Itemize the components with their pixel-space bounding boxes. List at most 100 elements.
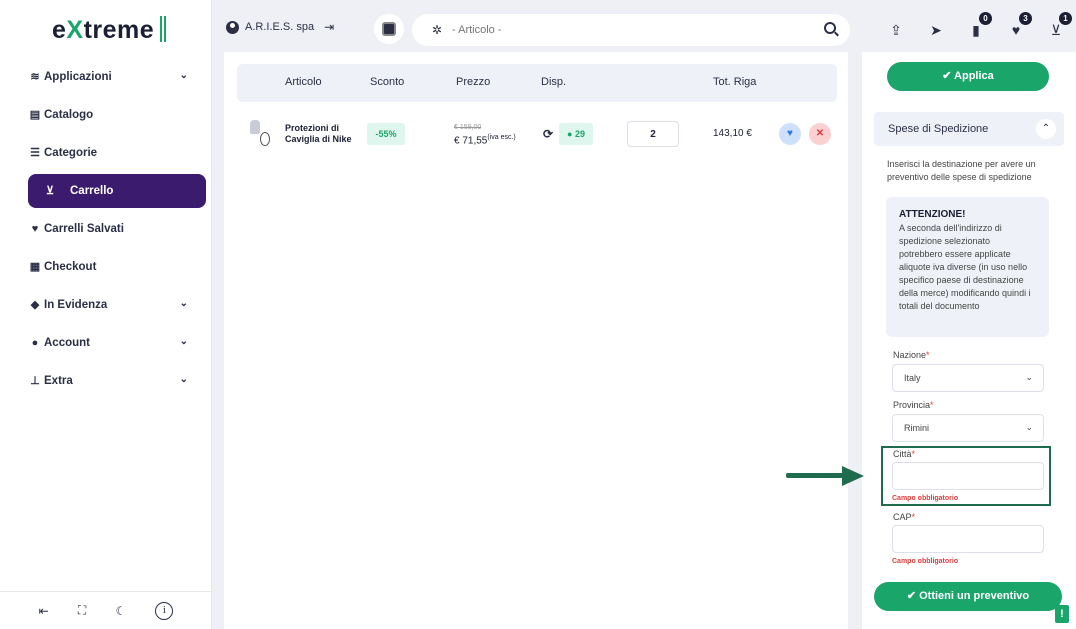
nation-label: Nazione*: [893, 350, 930, 360]
province-label: Provincia*: [893, 400, 934, 410]
cart-icon[interactable]: ⊻ 1: [1036, 12, 1076, 42]
company-name: A.R.I.E.S. spa: [245, 21, 315, 33]
user-icon: ●: [31, 337, 39, 349]
search-bar: ✲: [412, 14, 850, 46]
sidebar-item-label: In Evidenza: [44, 299, 108, 311]
downloads-badge: 0: [979, 12, 992, 25]
sidebar-item-categorie[interactable]: ☰ Categorie: [0, 134, 212, 172]
cap-input[interactable]: [892, 525, 1044, 553]
vat-warning: ATTENZIONE! A seconda dell'indirizzo di …: [886, 197, 1049, 337]
catalog-icon: ▤: [29, 109, 41, 121]
wishlist-icon[interactable]: ♥ 3: [996, 12, 1036, 42]
search-input[interactable]: [452, 21, 792, 39]
sidebar-item-label: Applicazioni: [44, 71, 112, 83]
table-row: Protezioni di Caviglia di Nike -55% € 15…: [237, 114, 837, 154]
sidebar-item-label: Catalogo: [44, 109, 94, 121]
price-discounted: € 71,55(iva esc.): [454, 134, 516, 147]
warning-title: ATTENZIONE!: [899, 209, 966, 220]
checkout-icon: ▦: [29, 261, 41, 273]
city-input[interactable]: [892, 462, 1044, 490]
remove-item-button[interactable]: ✕: [809, 123, 831, 145]
ai-icon: [382, 22, 396, 36]
sidebar-item-carrello[interactable]: ⊻ Carrello: [28, 174, 206, 208]
sidebar-item-applicazioni[interactable]: ≋ Applicazioni ⌄: [0, 58, 212, 96]
discount-badge: -55%: [367, 123, 405, 145]
pointer-arrow: [786, 466, 866, 486]
header-row-total: Tot. Riga: [713, 76, 757, 88]
topbar: A.R.I.E.S. spa ⇥ ✲ ⇪ ➤ ▮0 ♥3 ⊻1: [212, 8, 1076, 52]
shipping-description: Inserisci la destinazione per avere un p…: [887, 159, 1036, 182]
sidebar-nav: ≋ Applicazioni ⌄ ▤ Catalogo ☰ Categorie …: [0, 58, 212, 400]
sidebar-item-catalogo[interactable]: ▤ Catalogo: [0, 96, 212, 134]
row-total: 143,10 €: [713, 128, 752, 139]
chevron-up-icon[interactable]: ⌃: [1036, 119, 1056, 139]
cart-icon: ⊻: [45, 185, 55, 197]
product-name[interactable]: Protezioni di Caviglia di Nike: [285, 123, 355, 145]
sidebar-item-label: Checkout: [44, 261, 97, 273]
dark-mode-icon[interactable]: ☾: [115, 604, 126, 618]
top-actions: ⇪ ➤ ▮ 0 ♥ 3 ⊻ 1: [876, 12, 1076, 42]
upload-icon[interactable]: ⇪: [876, 18, 916, 42]
gear-icon[interactable]: ✲: [432, 23, 442, 37]
get-quote-button[interactable]: ✔ Ottieni un preventivo: [874, 582, 1062, 611]
sidebar-footer: ⇤ ⛶ ☾ i: [0, 591, 212, 629]
sidebar: eXtreme ≋ Applicazioni ⌄ ▤ Catalogo ☰ Ca…: [0, 0, 212, 629]
warning-body: A seconda dell'indirizzo di spedizione s…: [899, 223, 1031, 311]
chevron-down-icon: ⌄: [179, 298, 188, 309]
city-label: Città*: [893, 449, 916, 459]
quantity-input[interactable]: [627, 121, 679, 147]
documents-icon[interactable]: ▮ 0: [956, 12, 996, 42]
cap-error: Campo obbligatorio: [892, 558, 959, 565]
sidebar-item-label: Categorie: [44, 147, 98, 159]
sidebar-item-label: Carrello: [70, 185, 114, 197]
info-icon[interactable]: i: [155, 601, 174, 620]
logout-icon[interactable]: ⇥: [324, 20, 334, 34]
chevron-down-icon: ⌄: [1025, 372, 1033, 382]
sidebar-item-account[interactable]: ● Account ⌄: [0, 324, 212, 362]
price-original: € 159,00: [454, 124, 482, 131]
chevron-down-icon: ⌄: [179, 336, 188, 347]
search-icon[interactable]: [824, 22, 836, 34]
send-icon[interactable]: ➤: [916, 18, 956, 42]
chevron-down-icon: ⌄: [179, 374, 188, 385]
list-icon: ☰: [30, 147, 40, 159]
sidebar-item-extra[interactable]: ⊥ Extra ⌄: [0, 362, 212, 400]
stock-badge: ● 29: [559, 123, 593, 145]
layers-icon: ≋: [30, 71, 40, 83]
collapse-sidebar-icon[interactable]: ⇤: [39, 604, 49, 618]
chevron-down-icon: ⌄: [179, 70, 188, 81]
shipping-section-header[interactable]: Spese di Spedizione ⌃: [874, 112, 1064, 146]
app-logo[interactable]: eXtreme: [52, 16, 167, 45]
sidebar-item-in-evidenza[interactable]: ◆ In Evidenza ⌄: [0, 286, 212, 324]
help-button[interactable]: !: [1055, 605, 1069, 623]
header-discount: Sconto: [370, 76, 405, 88]
chevron-down-icon: ⌄: [1025, 422, 1033, 432]
nation-select[interactable]: Italy ⌄: [892, 364, 1044, 392]
cart-panel: Articolo Sconto Prezzo Disp. Tot. Riga P…: [224, 52, 848, 629]
sidebar-item-carrelli-salvati[interactable]: ♥ Carrelli Salvati: [0, 210, 212, 248]
header-price: Prezzo: [456, 76, 491, 88]
ai-assistant-button[interactable]: [374, 14, 404, 44]
header-availability: Disp.: [541, 76, 567, 88]
tag-icon: ◆: [30, 299, 40, 311]
cart-badge: 1: [1059, 12, 1072, 25]
city-error: Campo obbligatorio: [892, 495, 959, 502]
sidebar-item-checkout[interactable]: ▦ Checkout: [0, 248, 212, 286]
product-image[interactable]: [246, 120, 272, 150]
shipping-title: Spese di Spedizione: [888, 123, 989, 135]
cart-table-header: Articolo Sconto Prezzo Disp. Tot. Riga: [237, 64, 837, 102]
cap-label: CAP*: [893, 512, 916, 522]
header-article: Articolo: [285, 76, 322, 88]
fullscreen-icon[interactable]: ⛶: [78, 603, 86, 618]
company-selector[interactable]: A.R.I.E.S. spa ⇥: [226, 20, 334, 34]
sidebar-item-label: Carrelli Salvati: [44, 223, 124, 235]
province-select[interactable]: Rimini ⌄: [892, 414, 1044, 442]
apply-button[interactable]: ✔ Applica: [887, 62, 1049, 91]
refresh-icon[interactable]: ⟳: [543, 127, 553, 141]
sidebar-item-label: Extra: [44, 375, 73, 387]
shipping-panel: ✔ Applica Spese di Spedizione ⌃ Inserisc…: [862, 52, 1076, 629]
add-to-wishlist-button[interactable]: ♥: [779, 123, 801, 145]
user-icon: [226, 20, 239, 34]
sidebar-item-label: Account: [44, 337, 90, 349]
heart-icon: ♥: [31, 223, 39, 235]
